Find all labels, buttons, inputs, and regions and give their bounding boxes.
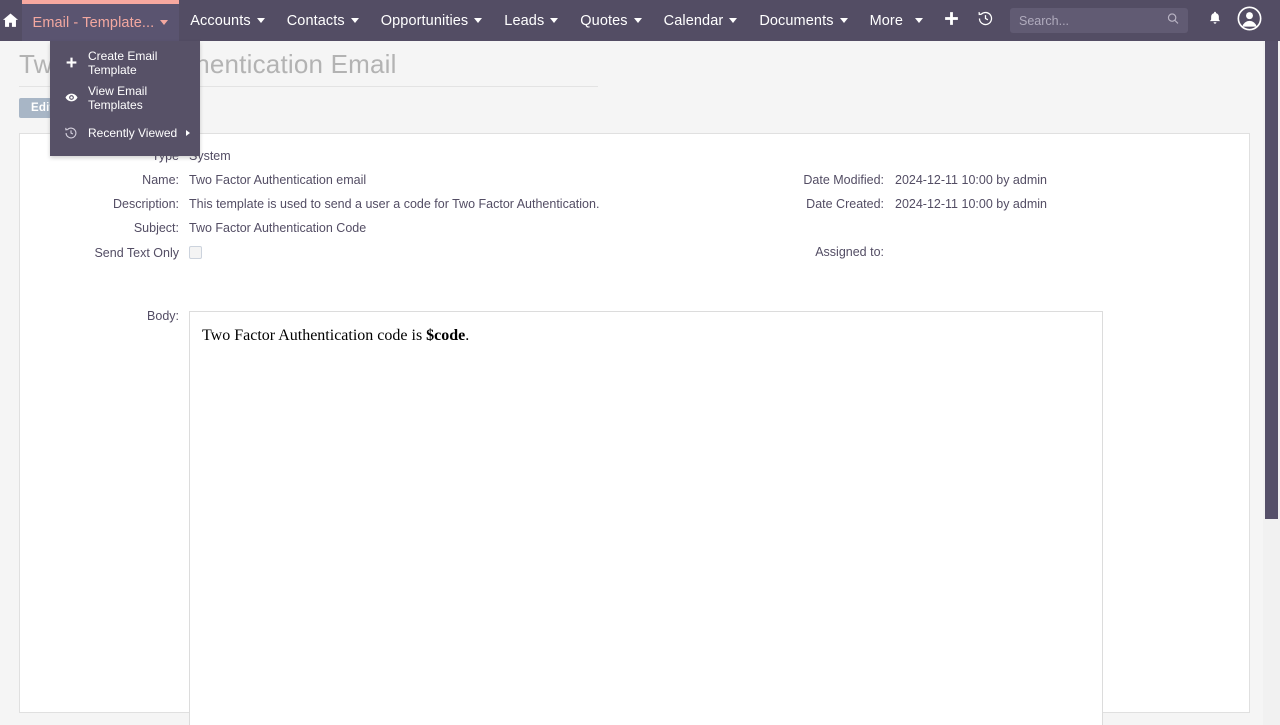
body-text-suffix: . — [465, 327, 470, 344]
body-text-prefix: Two Factor Authentication code is — [202, 327, 427, 344]
field-value: Two Factor Authentication Code — [189, 221, 367, 235]
user-avatar-icon — [1237, 6, 1262, 36]
field-value: Two Factor Authentication email — [189, 173, 367, 187]
field-type: Type System — [20, 148, 1249, 164]
nav-actions — [934, 0, 1280, 41]
chevron-down-icon — [729, 18, 738, 23]
recent-history-button[interactable] — [968, 0, 1002, 41]
chevron-down-icon — [915, 18, 923, 23]
plus-icon — [60, 56, 82, 69]
field-subject: Subject: Two Factor Authentication Code — [20, 220, 1249, 236]
field-send-text-only: Send Text Only — [20, 244, 1249, 261]
nav-item-label: Email - Template... — [32, 14, 155, 31]
field-value: 2024-12-11 10:00 by admin — [895, 173, 1047, 187]
user-profile-button[interactable] — [1232, 0, 1266, 41]
chevron-down-icon — [350, 18, 359, 23]
nav-item-accounts[interactable]: Accounts — [179, 0, 275, 41]
nav-item-label: Calendar — [663, 12, 724, 29]
plus-icon — [943, 10, 960, 32]
menu-item-label: View Email Templates — [88, 83, 148, 112]
home-icon — [1, 11, 20, 30]
nav-item-label: Accounts — [190, 12, 251, 29]
top-navigation-bar: Email - Template... Accounts Contacts Op… — [0, 0, 1280, 41]
field-value: 2024-12-11 10:00 by admin — [895, 197, 1047, 211]
menu-item-label: Recently Viewed — [88, 125, 178, 140]
chevron-down-icon — [256, 18, 265, 23]
field-value: This template is used to send a user a c… — [189, 197, 600, 211]
field-label: Date Modified: — [803, 173, 884, 187]
chevron-down-icon — [160, 20, 169, 25]
chevron-down-icon — [550, 18, 559, 23]
email-body-preview[interactable]: Two Factor Authentication code is $code. — [189, 311, 1103, 725]
nav-item-leads[interactable]: Leads — [493, 0, 569, 41]
chevron-down-icon — [474, 18, 483, 23]
field-label: Date Created: — [806, 197, 884, 211]
field-label-body: Body: — [147, 309, 179, 323]
field-label: Name: — [142, 173, 179, 187]
home-button[interactable] — [0, 0, 22, 41]
field-description: Description: This template is used to se… — [20, 196, 1249, 212]
notifications-button[interactable] — [1198, 0, 1232, 41]
history-clock-icon — [60, 126, 82, 140]
nav-item-label: Documents — [759, 12, 834, 29]
field-assigned-to: Assigned to: — [780, 244, 895, 260]
field-label: Subject: — [133, 221, 179, 235]
nav-item-email-templates[interactable]: Email - Template... — [21, 0, 180, 41]
email-body-text: Two Factor Authentication code is $code. — [202, 326, 1102, 346]
nav-item-contacts[interactable]: Contacts — [276, 0, 370, 41]
chevron-down-icon — [633, 18, 642, 23]
nav-item-label: More — [869, 12, 903, 29]
nav-item-label: Contacts — [286, 12, 345, 29]
chevron-right-icon — [186, 129, 190, 136]
nav-item-calendar[interactable]: Calendar — [653, 0, 749, 41]
field-label: Send Text Only — [94, 246, 179, 260]
field-label: Description: — [113, 197, 179, 211]
email-templates-dropdown-menu: Create Email Template View Email Templat… — [50, 41, 200, 156]
send-text-only-checkbox[interactable] — [189, 246, 202, 259]
nav-item-label: Quotes — [580, 12, 628, 29]
history-clock-icon — [977, 10, 994, 32]
quick-create-button[interactable] — [934, 0, 968, 41]
menu-item-recently-viewed[interactable]: Recently Viewed — [50, 115, 200, 150]
nav-item-more[interactable]: More — [859, 0, 934, 41]
field-label: Assigned to: — [815, 245, 884, 259]
eye-icon — [60, 90, 82, 105]
field-name: Name: Two Factor Authentication email — [20, 172, 1249, 188]
email-template-detail-panel: Type System Name: Two Factor Authenticat… — [19, 133, 1250, 725]
search-input[interactable] — [1010, 8, 1188, 33]
nav-item-quotes[interactable]: Quotes — [569, 0, 652, 41]
nav-item-documents[interactable]: Documents — [748, 0, 858, 41]
menu-item-create-email-template[interactable]: Create Email Template — [50, 45, 200, 80]
body-variable-code: $code — [426, 327, 466, 344]
nav-item-label: Opportunities — [380, 12, 469, 29]
page-scrollbar-thumb[interactable] — [1265, 41, 1278, 519]
menu-item-label: Create Email Template — [88, 48, 158, 77]
nav-item-opportunities[interactable]: Opportunities — [370, 0, 494, 41]
bell-notification-icon — [1207, 10, 1223, 31]
chevron-down-icon — [839, 18, 848, 23]
field-date-created: Date Created: 2024-12-11 10:00 by admin — [780, 196, 1047, 212]
page-scrollbar-track[interactable] — [1263, 41, 1280, 725]
global-search-box[interactable] — [1010, 8, 1188, 33]
nav-item-label: Leads — [504, 12, 545, 29]
menu-item-view-email-templates[interactable]: View Email Templates — [50, 80, 200, 115]
field-date-modified: Date Modified: 2024-12-11 10:00 by admin — [780, 172, 1047, 188]
